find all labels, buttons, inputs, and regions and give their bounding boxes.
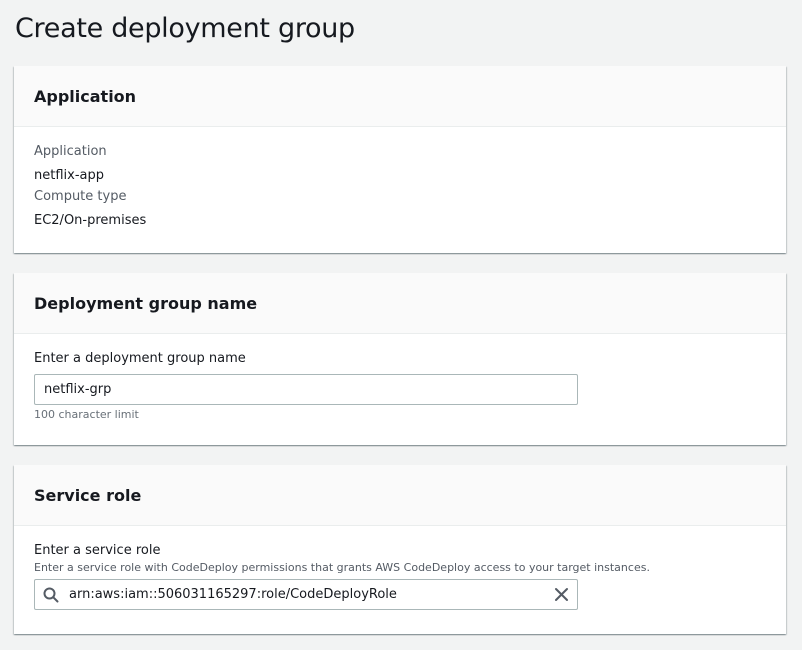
service-role-description: Enter a service role with CodeDeploy per… xyxy=(34,561,650,574)
close-icon[interactable] xyxy=(553,586,570,603)
service-role-label: Enter a service role xyxy=(34,543,161,558)
page-title: Create deployment group xyxy=(15,13,355,44)
application-panel: Application Application netflix-app Comp… xyxy=(14,66,786,253)
service-role-panel: Service role Enter a service role Enter … xyxy=(14,465,786,634)
compute-type-label: Compute type xyxy=(34,189,127,204)
service-role-input[interactable] xyxy=(34,579,578,610)
deployment-group-name-label: Enter a deployment group name xyxy=(34,351,246,366)
application-value: netflix-app xyxy=(34,168,104,183)
deployment-group-name-panel-header: Deployment group name xyxy=(14,273,786,334)
deployment-group-name-panel: Deployment group name Enter a deployment… xyxy=(14,273,786,445)
application-label: Application xyxy=(34,144,107,159)
deployment-group-name-constraint: 100 character limit xyxy=(34,408,139,421)
service-role-heading: Service role xyxy=(34,485,142,505)
deployment-group-name-input[interactable] xyxy=(34,374,578,405)
compute-type-value: EC2/On-premises xyxy=(34,213,147,228)
application-panel-heading: Application xyxy=(34,86,137,106)
search-icon xyxy=(43,587,59,603)
service-role-autosuggest xyxy=(34,579,578,610)
deployment-group-name-heading: Deployment group name xyxy=(34,293,258,313)
service-role-panel-header: Service role xyxy=(14,465,786,526)
application-panel-header: Application xyxy=(14,66,786,127)
